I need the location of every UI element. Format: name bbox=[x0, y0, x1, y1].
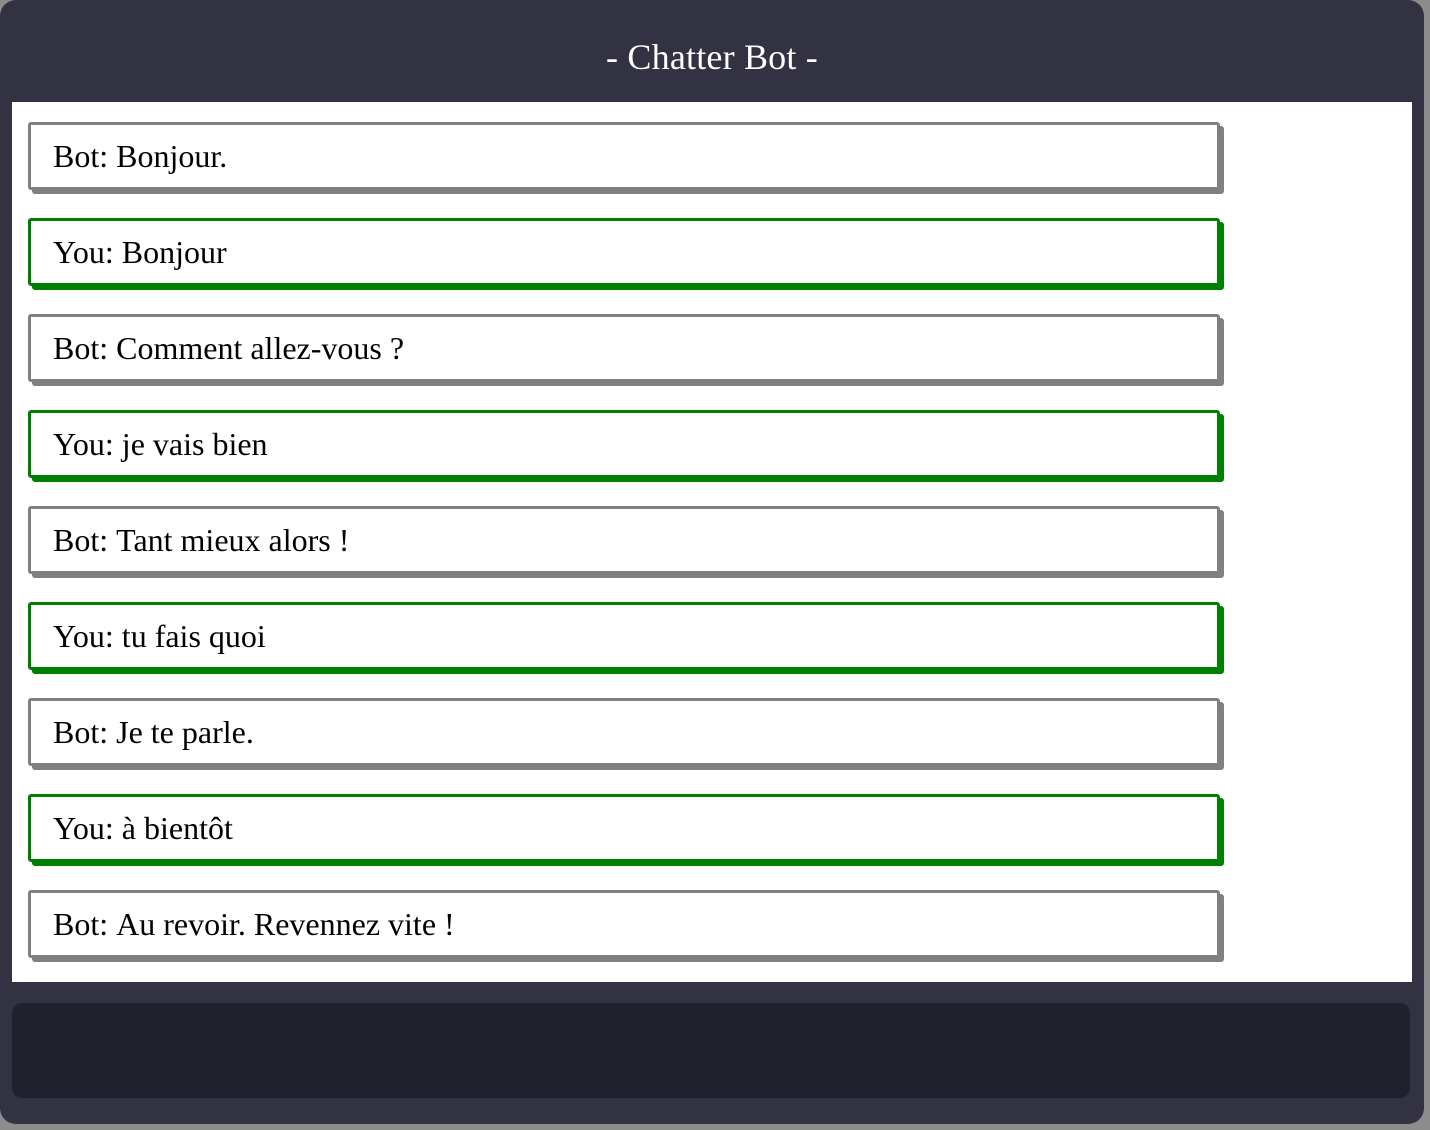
message-speaker: Bot bbox=[53, 522, 116, 559]
message-text: Au revoir. Revennez vite ! bbox=[116, 905, 455, 942]
user-message: YouBonjour bbox=[28, 218, 1220, 286]
message-speaker: Bot bbox=[53, 714, 116, 751]
message-speaker: You bbox=[53, 234, 122, 271]
message-text: Bonjour bbox=[121, 233, 227, 270]
bot-message: BotTant mieux alors ! bbox=[28, 506, 1220, 574]
message-text: tu fais quoi bbox=[121, 617, 266, 654]
bot-message: BotComment allez-vous ? bbox=[28, 314, 1220, 382]
bot-message: BotAu revoir. Revennez vite ! bbox=[28, 890, 1220, 958]
chat-window: - Chatter Bot - BotBonjour. YouBonjour B… bbox=[0, 0, 1424, 1124]
message-speaker: Bot bbox=[53, 138, 116, 175]
message-speaker: You bbox=[53, 426, 122, 463]
message-speaker: Bot bbox=[53, 330, 116, 367]
app-title: - Chatter Bot - bbox=[606, 37, 818, 77]
user-message: Youà bientôt bbox=[28, 794, 1220, 862]
message-input[interactable] bbox=[12, 1003, 1410, 1098]
message-text: à bientôt bbox=[121, 809, 233, 846]
message-list: BotBonjour. YouBonjour BotComment allez-… bbox=[28, 122, 1224, 982]
chat-log[interactable]: BotBonjour. YouBonjour BotComment allez-… bbox=[12, 102, 1412, 982]
message-speaker: Bot bbox=[53, 906, 116, 943]
message-speaker: You bbox=[53, 810, 122, 847]
message-text: Je te parle. bbox=[116, 713, 254, 750]
user-message: Youtu fais quoi bbox=[28, 602, 1220, 670]
header: - Chatter Bot - bbox=[0, 0, 1424, 102]
message-text: je vais bien bbox=[121, 425, 268, 462]
message-text: Comment allez-vous ? bbox=[116, 329, 405, 366]
message-speaker: You bbox=[53, 618, 122, 655]
bot-message: BotBonjour. bbox=[28, 122, 1220, 190]
user-message: Youje vais bien bbox=[28, 410, 1220, 478]
bot-message: BotJe te parle. bbox=[28, 698, 1220, 766]
message-text: Tant mieux alors ! bbox=[116, 521, 350, 558]
message-text: Bonjour. bbox=[116, 137, 228, 174]
